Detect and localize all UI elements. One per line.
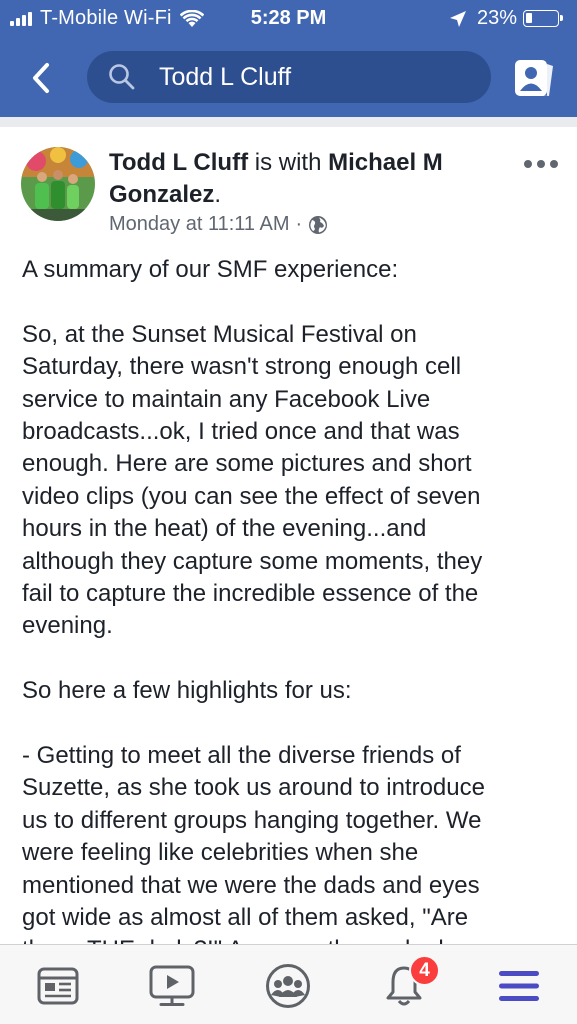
status-right: 23% (449, 7, 563, 30)
post-timestamp[interactable]: Monday at 11:11 AM (109, 213, 289, 236)
tab-menu[interactable] (495, 963, 543, 1009)
post-text-line: got wide as almost all of them asked, "A… (22, 904, 469, 932)
chevron-left-icon (33, 63, 49, 93)
post-text-line: Suzette, as she took us around to introd… (22, 774, 485, 802)
tab-watch[interactable] (148, 963, 196, 1009)
news-feed-icon (37, 967, 79, 1005)
post-meta: Monday at 11:11 AM · (109, 213, 328, 236)
more-options-button[interactable] (524, 157, 558, 171)
menu-icon (499, 971, 539, 1001)
post-text-line: were feeling like celebrities when she (22, 839, 419, 867)
tab-news-feed[interactable] (34, 963, 82, 1009)
post-text-line: enough. Here are some pictures and short (22, 450, 472, 478)
post-text-line: evening. (22, 612, 113, 640)
watch-video-icon (149, 965, 195, 1006)
post-paragraph: A summary of our SMF experience: (22, 254, 562, 286)
battery-fill (526, 13, 532, 23)
post-text-line: video clips (you can see the effect of s… (22, 482, 481, 510)
post-text-line: A summary of our SMF experience: (22, 256, 399, 283)
nav-row: Todd L Cluff (0, 40, 577, 117)
post-paragraph: - Getting to meet all the diverse friend… (22, 740, 562, 947)
search-icon (109, 64, 135, 90)
bottom-tab-bar: 4 (0, 944, 577, 1024)
battery-percent: 23% (476, 7, 517, 29)
post-text-line: - Getting to meet all the diverse friend… (22, 742, 461, 770)
post-paragraph: So here a few highlights for us: (22, 675, 562, 707)
post-text-line: So here a few highlights for us: (22, 677, 352, 705)
meta-separator: · (295, 213, 303, 235)
profile-button[interactable] (512, 56, 556, 100)
status-bar: T-Mobile Wi-Fi 5:28 PM 23% (0, 0, 577, 40)
post-text-line: Saturday, there wasn't strong enough cel… (22, 353, 462, 381)
period: . (214, 181, 222, 208)
post-text-line: hours in the heat) of the evening...and (22, 515, 427, 543)
post-text-line: fail to capture the incredible essence o… (22, 580, 479, 608)
battery-icon (523, 10, 563, 27)
post-text-line: although they capture some moments, they (22, 547, 483, 575)
with-text: is with (248, 149, 329, 176)
search-input[interactable]: Todd L Cluff (87, 51, 491, 103)
app-header: T-Mobile Wi-Fi 5:28 PM 23% Todd L Cluff (0, 0, 577, 117)
post-text-line: mentioned that we were the dads and eyes (22, 871, 480, 899)
post-author-line: Todd L Cluff is with Michael M Gonzalez. (109, 147, 509, 211)
avatar[interactable] (21, 147, 95, 221)
notification-badge: 4 (409, 955, 440, 986)
post-text-line: us to different groups hanging together.… (22, 806, 482, 834)
post-text-line: So, at the Sunset Musical Festival on (22, 320, 417, 348)
back-button[interactable] (25, 60, 57, 96)
tab-groups[interactable] (264, 963, 312, 1009)
profile-card-icon (515, 60, 553, 96)
post-text-line: service to maintain any Facebook Live (22, 385, 431, 413)
post-card: Todd L Cluff is with Michael M Gonzalez.… (0, 127, 577, 947)
groups-icon (266, 964, 310, 1008)
search-query: Todd L Cluff (159, 62, 292, 91)
post-text-line: broadcasts...ok, I tried once and that w… (22, 418, 460, 446)
more-dots-icon (524, 160, 532, 168)
author-name[interactable]: Todd L Cluff (109, 149, 248, 176)
avatar-photo (21, 147, 95, 221)
post-body: A summary of our SMF experience: So, at t… (22, 254, 562, 947)
post-paragraph: So, at the Sunset Musical Festival on Sat… (22, 319, 562, 643)
location-arrow-icon (449, 10, 466, 27)
globe-icon (309, 215, 328, 234)
